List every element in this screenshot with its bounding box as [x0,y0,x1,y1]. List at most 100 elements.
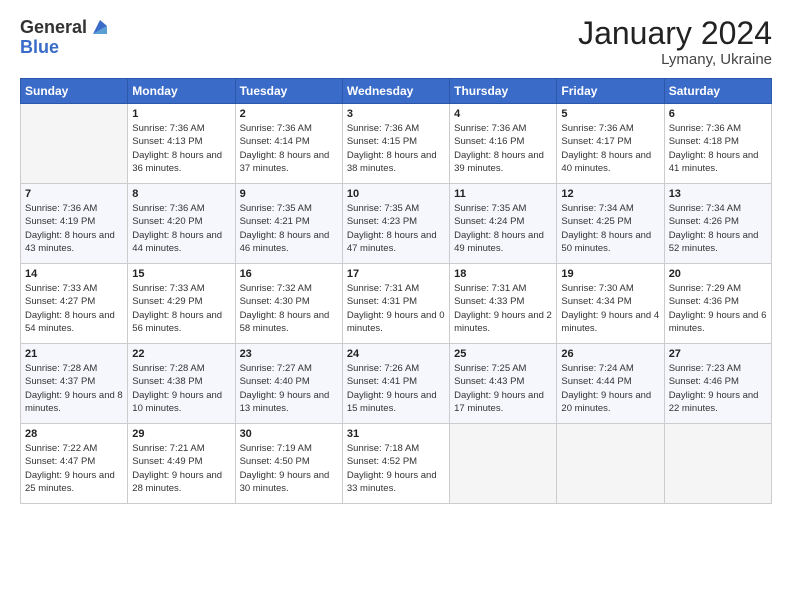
day-number: 20 [669,268,767,280]
col-sunday: Sunday [21,79,128,104]
day-number: 1 [132,108,230,120]
day-number: 26 [561,348,659,360]
day-info: Sunrise: 7:35 AMSunset: 4:24 PMDaylight:… [454,202,552,255]
day-number: 31 [347,428,445,440]
cell-1-1: 8 Sunrise: 7:36 AMSunset: 4:20 PMDaylight… [128,184,235,264]
day-info: Sunrise: 7:34 AMSunset: 4:26 PMDaylight:… [669,202,767,255]
day-number: 13 [669,188,767,200]
cell-0-5: 5Sunrise: 7:36 AMSunset: 4:17 PMDaylight… [557,104,664,184]
header-row: Sunday Monday Tuesday Wednesday Thursday… [21,79,772,104]
day-info: Sunrise: 7:25 AMSunset: 4:43 PMDaylight:… [454,362,552,415]
day-info: Sunrise: 7:33 AMSunset: 4:27 PMDaylight:… [25,282,123,335]
day-number: 22 [132,348,230,360]
day-info: Sunrise: 7:30 AMSunset: 4:34 PMDaylight:… [561,282,659,335]
day-number: 18 [454,268,552,280]
day-number: 29 [132,428,230,440]
day-number: 6 [669,108,767,120]
day-info: Sunrise: 7:24 AMSunset: 4:44 PMDaylight:… [561,362,659,415]
logo-blue: Blue [20,37,59,57]
cell-1-0: 7Sunrise: 7:36 AMSunset: 4:19 PMDaylight… [21,184,128,264]
cell-4-3: 31 Sunrise: 7:18 AMSunset: 4:52 PMDayligh… [342,424,449,504]
location-title: Lymany, Ukraine [578,51,772,68]
day-info: Sunrise: 7:31 AMSunset: 4:33 PMDaylight:… [454,282,552,335]
week-row-0: 1 Sunrise: 7:36 AMSunset: 4:13 PMDaylight… [21,104,772,184]
cell-4-5 [557,424,664,504]
day-info: Sunrise: 7:36 AMSunset: 4:14 PMDaylight:… [240,122,338,175]
day-info: Sunrise: 7:36 AMSunset: 4:15 PMDaylight:… [347,122,445,175]
logo-general: General [20,18,87,36]
day-number: 5 [561,108,659,120]
day-info: Sunrise: 7:32 AMSunset: 4:30 PMDaylight:… [240,282,338,335]
day-number: 17 [347,268,445,280]
cell-2-2: 16 Sunrise: 7:32 AMSunset: 4:30 PMDayligh… [235,264,342,344]
cell-3-1: 22 Sunrise: 7:28 AMSunset: 4:38 PMDayligh… [128,344,235,424]
title-block: January 2024 Lymany, Ukraine [578,16,772,68]
cell-1-2: 9Sunrise: 7:35 AMSunset: 4:21 PMDaylight… [235,184,342,264]
cell-4-6 [664,424,771,504]
day-number: 15 [132,268,230,280]
day-info: Sunrise: 7:18 AMSunset: 4:52 PMDaylight:… [347,442,445,495]
day-info: Sunrise: 7:28 AMSunset: 4:38 PMDaylight:… [132,362,230,415]
cell-3-5: 26 Sunrise: 7:24 AMSunset: 4:44 PMDayligh… [557,344,664,424]
cell-1-6: 13 Sunrise: 7:34 AMSunset: 4:26 PMDayligh… [664,184,771,264]
week-row-4: 28 Sunrise: 7:22 AMSunset: 4:47 PMDayligh… [21,424,772,504]
page: General Blue January 2024 Lymany, Ukrain… [0,0,792,612]
cell-3-3: 24 Sunrise: 7:26 AMSunset: 4:41 PMDayligh… [342,344,449,424]
day-number: 2 [240,108,338,120]
day-number: 10 [347,188,445,200]
day-number: 27 [669,348,767,360]
cell-2-0: 14Sunrise: 7:33 AMSunset: 4:27 PMDayligh… [21,264,128,344]
day-info: Sunrise: 7:36 AMSunset: 4:20 PMDaylight:… [132,202,230,255]
week-row-2: 14Sunrise: 7:33 AMSunset: 4:27 PMDayligh… [21,264,772,344]
cell-2-4: 18 Sunrise: 7:31 AMSunset: 4:33 PMDayligh… [450,264,557,344]
day-info: Sunrise: 7:36 AMSunset: 4:13 PMDaylight:… [132,122,230,175]
cell-0-4: 4 Sunrise: 7:36 AMSunset: 4:16 PMDaylight… [450,104,557,184]
header: General Blue January 2024 Lymany, Ukrain… [20,16,772,68]
day-info: Sunrise: 7:35 AMSunset: 4:21 PMDaylight:… [240,202,338,255]
day-info: Sunrise: 7:22 AMSunset: 4:47 PMDaylight:… [25,442,123,495]
day-info: Sunrise: 7:26 AMSunset: 4:41 PMDaylight:… [347,362,445,415]
logo-block: General Blue [20,16,111,58]
day-info: Sunrise: 7:36 AMSunset: 4:16 PMDaylight:… [454,122,552,175]
cell-0-1: 1 Sunrise: 7:36 AMSunset: 4:13 PMDaylight… [128,104,235,184]
cell-0-3: 3 Sunrise: 7:36 AMSunset: 4:15 PMDaylight… [342,104,449,184]
day-number: 24 [347,348,445,360]
cell-1-3: 10 Sunrise: 7:35 AMSunset: 4:23 PMDayligh… [342,184,449,264]
cell-2-3: 17 Sunrise: 7:31 AMSunset: 4:31 PMDayligh… [342,264,449,344]
day-number: 3 [347,108,445,120]
day-number: 8 [132,188,230,200]
day-info: Sunrise: 7:23 AMSunset: 4:46 PMDaylight:… [669,362,767,415]
logo: General Blue [20,16,111,58]
cell-3-4: 25Sunrise: 7:25 AMSunset: 4:43 PMDayligh… [450,344,557,424]
day-number: 16 [240,268,338,280]
day-number: 19 [561,268,659,280]
cell-0-6: 6 Sunrise: 7:36 AMSunset: 4:18 PMDaylight… [664,104,771,184]
month-title: January 2024 [578,16,772,51]
cell-3-6: 27 Sunrise: 7:23 AMSunset: 4:46 PMDayligh… [664,344,771,424]
cell-2-5: 19 Sunrise: 7:30 AMSunset: 4:34 PMDayligh… [557,264,664,344]
col-tuesday: Tuesday [235,79,342,104]
cell-4-4 [450,424,557,504]
cell-4-1: 29 Sunrise: 7:21 AMSunset: 4:49 PMDayligh… [128,424,235,504]
day-info: Sunrise: 7:35 AMSunset: 4:23 PMDaylight:… [347,202,445,255]
day-number: 28 [25,428,123,440]
day-info: Sunrise: 7:36 AMSunset: 4:19 PMDaylight:… [25,202,123,255]
day-number: 30 [240,428,338,440]
col-friday: Friday [557,79,664,104]
day-info: Sunrise: 7:21 AMSunset: 4:49 PMDaylight:… [132,442,230,495]
col-thursday: Thursday [450,79,557,104]
cell-4-2: 30 Sunrise: 7:19 AMSunset: 4:50 PMDayligh… [235,424,342,504]
day-info: Sunrise: 7:36 AMSunset: 4:18 PMDaylight:… [669,122,767,175]
day-info: Sunrise: 7:31 AMSunset: 4:31 PMDaylight:… [347,282,445,335]
day-info: Sunrise: 7:29 AMSunset: 4:36 PMDaylight:… [669,282,767,335]
day-info: Sunrise: 7:28 AMSunset: 4:37 PMDaylight:… [25,362,123,415]
day-info: Sunrise: 7:34 AMSunset: 4:25 PMDaylight:… [561,202,659,255]
calendar-table: Sunday Monday Tuesday Wednesday Thursday… [20,78,772,504]
cell-4-0: 28 Sunrise: 7:22 AMSunset: 4:47 PMDayligh… [21,424,128,504]
col-saturday: Saturday [664,79,771,104]
day-info: Sunrise: 7:19 AMSunset: 4:50 PMDaylight:… [240,442,338,495]
cell-0-2: 2 Sunrise: 7:36 AMSunset: 4:14 PMDaylight… [235,104,342,184]
cell-1-4: 11 Sunrise: 7:35 AMSunset: 4:24 PMDayligh… [450,184,557,264]
day-number: 4 [454,108,552,120]
day-number: 11 [454,188,552,200]
